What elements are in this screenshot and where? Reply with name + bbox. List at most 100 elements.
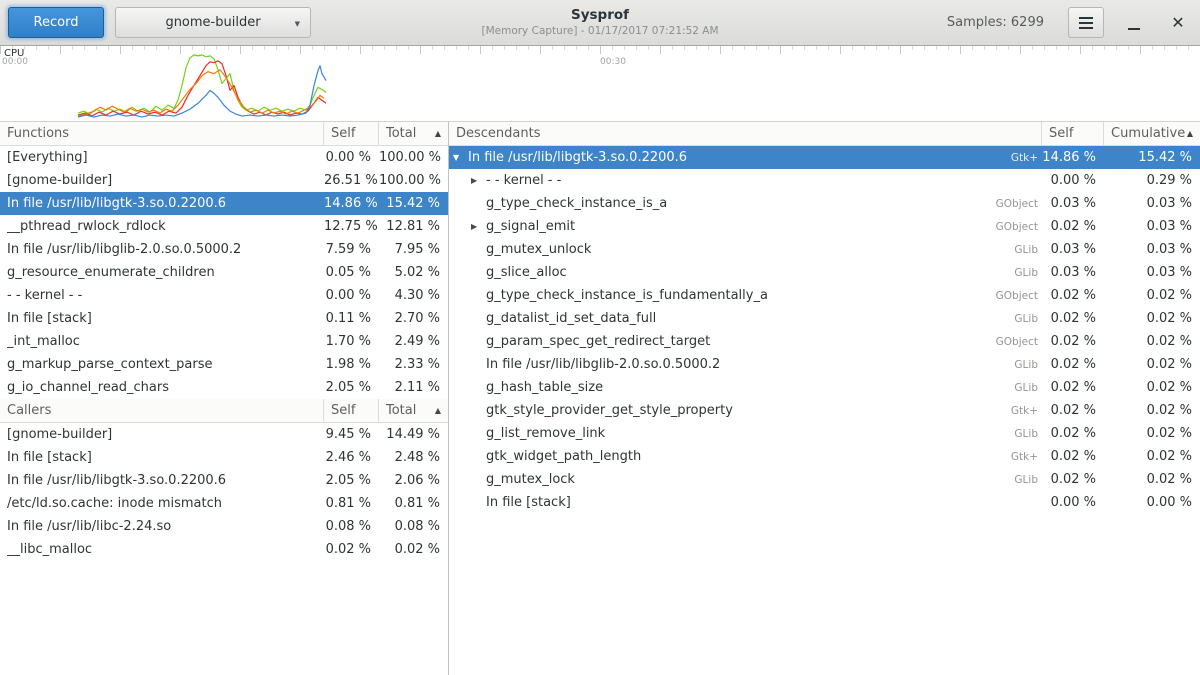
table-row[interactable]: g_type_check_instance_is_aGObject0.03 %0… [449, 192, 1200, 215]
minimize-button[interactable] [1120, 7, 1148, 38]
minimize-icon [1128, 28, 1140, 30]
column-header-descendants[interactable]: Descendants [449, 122, 1042, 145]
self-percentage: 0.81 % [324, 496, 379, 511]
table-row[interactable]: /etc/ld.so.cache: inode mismatch0.81 %0.… [0, 492, 448, 515]
function-name-cell: - - kernel - - [0, 288, 324, 303]
self-percentage: 0.00 % [1042, 173, 1104, 188]
self-percentage: 0.02 % [1042, 426, 1104, 441]
table-row[interactable]: __pthread_rwlock_rdlock12.75 %12.81 % [0, 215, 448, 238]
self-percentage: 0.02 % [1042, 219, 1104, 234]
table-row[interactable]: g_hash_table_sizeGLib0.02 %0.02 % [449, 376, 1200, 399]
left-pane: FunctionsSelfTotal▲ [Everything]0.00 %10… [0, 122, 449, 675]
column-header-functions[interactable]: Functions [0, 122, 324, 145]
function-name: - - kernel - - [486, 173, 561, 188]
function-name: g_type_check_instance_is_a [486, 196, 667, 211]
table-row[interactable]: gtk_widget_path_lengthGtk+0.02 %0.02 % [449, 445, 1200, 468]
total-percentage: 0.08 % [379, 519, 448, 534]
close-button[interactable]: ✕ [1164, 7, 1192, 38]
function-name-cell: In file /usr/lib/libgtk-3.so.0.2200.6 [0, 473, 324, 488]
function-name-cell: [gnome-builder] [0, 427, 324, 442]
column-header-self[interactable]: Self [1042, 122, 1104, 145]
function-name-cell: g_list_remove_linkGLib [449, 426, 1042, 441]
expander-open-icon[interactable]: ▼ [453, 153, 468, 162]
function-name-cell: In file [stack] [0, 311, 324, 326]
table-row[interactable]: In file /usr/lib/libglib-2.0.so.0.5000.2… [0, 238, 448, 261]
function-name: [gnome-builder] [7, 427, 112, 442]
total-percentage: 12.81 % [379, 219, 448, 234]
expander-closed-icon[interactable]: ▶ [471, 176, 486, 185]
function-name-cell: g_hash_table_sizeGLib [449, 380, 1042, 395]
expander-closed-icon[interactable]: ▶ [471, 222, 486, 231]
table-row[interactable]: g_type_check_instance_is_fundamentally_a… [449, 284, 1200, 307]
self-percentage: 0.00 % [324, 288, 379, 303]
hamburger-icon [1079, 22, 1093, 24]
column-header-label: Total [386, 403, 416, 418]
cpu-series-cpu-green [78, 55, 326, 114]
self-percentage: 26.51 % [324, 173, 379, 188]
table-row[interactable]: g_mutex_unlockGLib0.03 %0.03 % [449, 238, 1200, 261]
chevron-down-icon: ▼ [295, 20, 300, 28]
total-percentage: 100.00 % [379, 173, 448, 188]
table-row[interactable]: ▶g_signal_emitGObject0.02 %0.03 % [449, 215, 1200, 238]
function-name-cell: gtk_widget_path_lengthGtk+ [449, 449, 1042, 464]
table-row[interactable]: In file [stack]0.11 %2.70 % [0, 307, 448, 330]
function-name-cell: In file /usr/lib/libglib-2.0.so.0.5000.2 [0, 242, 324, 257]
table-row[interactable]: In file /usr/lib/libglib-2.0.so.0.5000.2… [449, 353, 1200, 376]
column-header-self[interactable]: Self [324, 399, 379, 422]
self-percentage: 1.98 % [324, 357, 379, 372]
table-row[interactable]: In file /usr/lib/libgtk-3.so.0.2200.614.… [0, 192, 448, 215]
total-percentage: 15.42 % [379, 196, 448, 211]
function-name: In file /usr/lib/libglib-2.0.so.0.5000.2 [486, 357, 720, 372]
table-row[interactable]: g_markup_parse_context_parse1.98 %2.33 % [0, 353, 448, 376]
function-name: [Everything] [7, 150, 88, 165]
functions-table-header: FunctionsSelfTotal▲ [0, 122, 448, 146]
column-header-callers[interactable]: Callers [0, 399, 324, 422]
function-name: /etc/ld.so.cache: inode mismatch [7, 496, 222, 511]
process-selector-dropdown[interactable]: gnome-builder ▼ [115, 7, 311, 38]
column-header-self[interactable]: Self [324, 122, 379, 145]
table-row[interactable]: g_param_spec_get_redirect_targetGObject0… [449, 330, 1200, 353]
library-tag: GLib [1004, 313, 1038, 325]
time-label-start: 00:00 [2, 57, 28, 67]
table-row[interactable]: g_mutex_lockGLib0.02 %0.02 % [449, 468, 1200, 491]
column-header-label: Callers [7, 403, 51, 418]
function-name: g_resource_enumerate_children [7, 265, 215, 280]
self-percentage: 2.46 % [324, 450, 379, 465]
table-row[interactable]: g_resource_enumerate_children0.05 %5.02 … [0, 261, 448, 284]
table-row[interactable]: g_io_channel_read_chars2.05 %2.11 % [0, 376, 448, 399]
table-row[interactable]: g_datalist_id_set_data_fullGLib0.02 %0.0… [449, 307, 1200, 330]
table-row[interactable]: In file [stack]2.46 %2.48 % [0, 446, 448, 469]
table-row[interactable]: In file /usr/lib/libc-2.24.so0.08 %0.08 … [0, 515, 448, 538]
column-header-total[interactable]: Total▲ [379, 399, 448, 422]
function-name: gtk_style_provider_get_style_property [486, 403, 733, 418]
column-header-cumulative[interactable]: Cumulative▲ [1104, 122, 1200, 145]
cpu-graph-area[interactable]: CPU 00:00 00:30 [0, 46, 1200, 122]
table-row[interactable]: [gnome-builder]9.45 %14.49 % [0, 423, 448, 446]
cumulative-percentage: 0.03 % [1104, 196, 1200, 211]
table-row[interactable]: _int_malloc1.70 %2.49 % [0, 330, 448, 353]
record-button[interactable]: Record [8, 7, 104, 38]
table-row[interactable]: g_slice_allocGLib0.03 %0.03 % [449, 261, 1200, 284]
table-row[interactable]: [Everything]0.00 %100.00 % [0, 146, 448, 169]
cumulative-percentage: 0.03 % [1104, 242, 1200, 257]
function-name-cell: In file [stack] [449, 495, 1042, 510]
table-row[interactable]: [gnome-builder]26.51 %100.00 % [0, 169, 448, 192]
table-row[interactable]: __libc_malloc0.02 %0.02 % [0, 538, 448, 561]
table-row[interactable]: In file /usr/lib/libgtk-3.so.0.2200.62.0… [0, 469, 448, 492]
menu-button[interactable] [1068, 7, 1104, 38]
total-percentage: 2.48 % [379, 450, 448, 465]
self-percentage: 2.05 % [324, 473, 379, 488]
table-row[interactable]: g_list_remove_linkGLib0.02 %0.02 % [449, 422, 1200, 445]
table-row[interactable]: ▼In file /usr/lib/libgtk-3.so.0.2200.6Gt… [449, 146, 1200, 169]
function-name-cell: In file /usr/lib/libglib-2.0.so.0.5000.2… [449, 357, 1042, 372]
table-row[interactable]: ▶- - kernel - -0.00 %0.29 % [449, 169, 1200, 192]
function-name-cell: __libc_malloc [0, 542, 324, 557]
self-percentage: 14.86 % [1042, 150, 1104, 165]
column-header-total[interactable]: Total▲ [379, 122, 448, 145]
library-tag: GLib [1004, 382, 1038, 394]
table-row[interactable]: In file [stack]0.00 %0.00 % [449, 491, 1200, 514]
table-row[interactable]: gtk_style_provider_get_style_propertyGtk… [449, 399, 1200, 422]
column-header-label: Total [386, 126, 416, 141]
table-row[interactable]: - - kernel - -0.00 %4.30 % [0, 284, 448, 307]
function-name: g_mutex_unlock [486, 242, 591, 257]
